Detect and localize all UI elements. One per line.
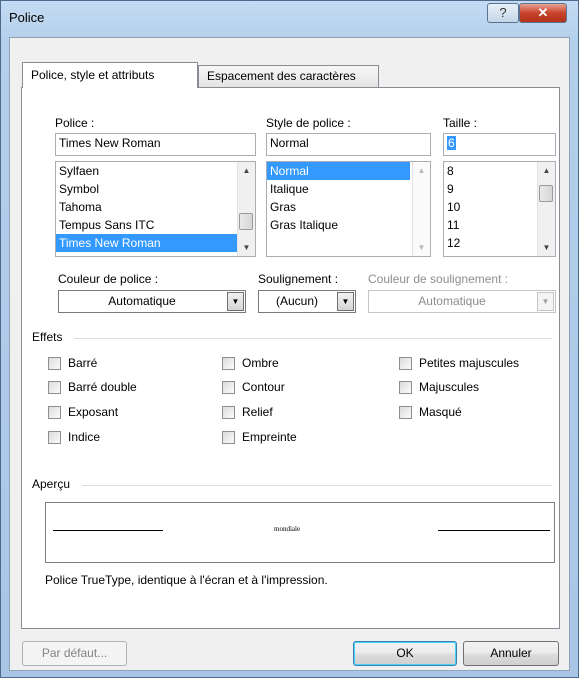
font-color-dropdown[interactable]: Automatique ▼ bbox=[58, 290, 246, 313]
double-strikethrough-label: Barré double bbox=[68, 380, 137, 394]
superscript-checkbox[interactable] bbox=[48, 406, 61, 419]
size-input[interactable]: 6 bbox=[443, 133, 556, 156]
list-item[interactable]: Gras bbox=[267, 198, 430, 216]
emboss-label: Relief bbox=[242, 405, 273, 419]
scroll-down-arrow-icon[interactable]: ▼ bbox=[238, 239, 255, 256]
strikethrough-label: Barré bbox=[68, 356, 98, 370]
shadow-label: Ombre bbox=[242, 356, 279, 370]
list-item[interactable]: Tahoma bbox=[56, 198, 255, 216]
engrave-checkbox[interactable] bbox=[222, 431, 235, 444]
hidden-checkbox[interactable] bbox=[399, 406, 412, 419]
scroll-up-arrow-icon[interactable]: ▲ bbox=[238, 162, 255, 179]
double-strikethrough-checkbox[interactable] bbox=[48, 381, 61, 394]
scroll-down-arrow-icon[interactable]: ▼ bbox=[538, 239, 555, 256]
chevron-down-icon[interactable]: ▼ bbox=[337, 292, 354, 311]
underline-color-dropdown: Automatique ▼ bbox=[368, 290, 556, 313]
all-caps-label: Majuscules bbox=[419, 380, 480, 394]
size-label: Taille : bbox=[443, 116, 478, 130]
tab-panel: Police : Times New Roman Sylfaen Symbol … bbox=[21, 87, 560, 629]
close-button[interactable]: ✕ bbox=[519, 3, 567, 23]
style-label: Style de police : bbox=[266, 116, 351, 130]
preview-right-rule bbox=[438, 530, 550, 531]
font-list[interactable]: Sylfaen Symbol Tahoma Tempus Sans ITC Ti… bbox=[55, 161, 256, 257]
font-list-scrollbar[interactable]: ▲ ▼ bbox=[237, 162, 255, 256]
preview-divider bbox=[82, 485, 552, 486]
preview-box: mondiale bbox=[45, 502, 555, 563]
title-bar[interactable]: Police ? ✕ bbox=[1, 1, 578, 37]
hidden-label: Masqué bbox=[419, 405, 462, 419]
underline-color-value: Automatique bbox=[418, 294, 486, 308]
help-button[interactable]: ? bbox=[487, 3, 519, 23]
list-item[interactable]: Gras Italique bbox=[267, 216, 430, 234]
ok-button[interactable]: OK bbox=[353, 641, 457, 666]
chevron-down-icon[interactable]: ▼ bbox=[227, 292, 244, 311]
scroll-down-arrow-icon[interactable]: ▼ bbox=[413, 239, 430, 256]
underline-color-label: Couleur de soulignement : bbox=[368, 272, 509, 286]
list-item-selected[interactable]: Normal bbox=[267, 162, 410, 180]
preview-group-label: Aperçu bbox=[32, 477, 71, 491]
outline-checkbox[interactable] bbox=[222, 381, 235, 394]
shadow-checkbox[interactable] bbox=[222, 357, 235, 370]
scroll-thumb[interactable] bbox=[239, 213, 253, 230]
all-caps-checkbox[interactable] bbox=[399, 381, 412, 394]
effects-group-label: Effets bbox=[32, 330, 63, 344]
small-caps-checkbox[interactable] bbox=[399, 357, 412, 370]
cancel-button[interactable]: Annuler bbox=[463, 641, 559, 666]
scroll-up-arrow-icon[interactable]: ▲ bbox=[538, 162, 555, 179]
preview-left-rule bbox=[53, 530, 163, 531]
list-item[interactable]: Symbol bbox=[56, 180, 255, 198]
font-color-value: Automatique bbox=[108, 294, 176, 308]
subscript-checkbox[interactable] bbox=[48, 431, 61, 444]
engrave-label: Empreinte bbox=[242, 430, 297, 444]
underline-dropdown[interactable]: (Aucun) ▼ bbox=[258, 290, 356, 313]
dialog-client-area: Police, style et attributs Espacement de… bbox=[9, 37, 570, 671]
effects-divider bbox=[74, 338, 552, 339]
tab-font-style-attributes[interactable]: Police, style et attributs bbox=[22, 62, 198, 88]
strikethrough-checkbox[interactable] bbox=[48, 357, 61, 370]
scroll-up-arrow-icon[interactable]: ▲ bbox=[413, 162, 430, 179]
size-list[interactable]: 8 9 10 11 12 ▲ ▼ bbox=[443, 161, 556, 257]
size-input-selected-text: 6 bbox=[447, 136, 456, 150]
style-list[interactable]: Normal Italique Gras Gras Italique ▲ ▼ bbox=[266, 161, 431, 257]
underline-label: Soulignement : bbox=[258, 272, 339, 286]
preview-sample-text: mondiale bbox=[274, 525, 301, 533]
chevron-down-icon: ▼ bbox=[537, 292, 554, 311]
window-title: Police bbox=[9, 10, 45, 25]
set-default-button[interactable]: Par défaut... bbox=[22, 641, 127, 666]
emboss-checkbox[interactable] bbox=[222, 406, 235, 419]
size-list-scrollbar[interactable]: ▲ ▼ bbox=[537, 162, 555, 256]
font-label: Police : bbox=[55, 116, 95, 130]
font-color-label: Couleur de police : bbox=[58, 272, 159, 286]
underline-value: (Aucun) bbox=[275, 294, 319, 308]
list-item[interactable]: Sylfaen bbox=[56, 162, 255, 180]
outline-label: Contour bbox=[242, 380, 285, 394]
tab-character-spacing[interactable]: Espacement des caractères bbox=[198, 65, 379, 87]
font-dialog-window: Police ? ✕ Police, style et attributs Es… bbox=[0, 0, 579, 678]
preview-description: Police TrueType, identique à l'écran et … bbox=[45, 573, 328, 587]
list-item[interactable]: Tempus Sans ITC bbox=[56, 216, 255, 234]
close-icon: ✕ bbox=[537, 5, 549, 20]
small-caps-label: Petites majuscules bbox=[419, 356, 520, 370]
scroll-thumb[interactable] bbox=[539, 185, 553, 202]
subscript-label: Indice bbox=[68, 430, 101, 444]
list-item-selected[interactable]: Times New Roman bbox=[56, 234, 255, 252]
style-list-scrollbar[interactable]: ▲ ▼ bbox=[412, 162, 430, 256]
list-item[interactable]: Italique bbox=[267, 180, 430, 198]
style-input[interactable]: Normal bbox=[266, 133, 431, 156]
superscript-label: Exposant bbox=[68, 405, 119, 419]
font-input[interactable]: Times New Roman bbox=[55, 133, 256, 156]
help-icon: ? bbox=[499, 5, 507, 20]
